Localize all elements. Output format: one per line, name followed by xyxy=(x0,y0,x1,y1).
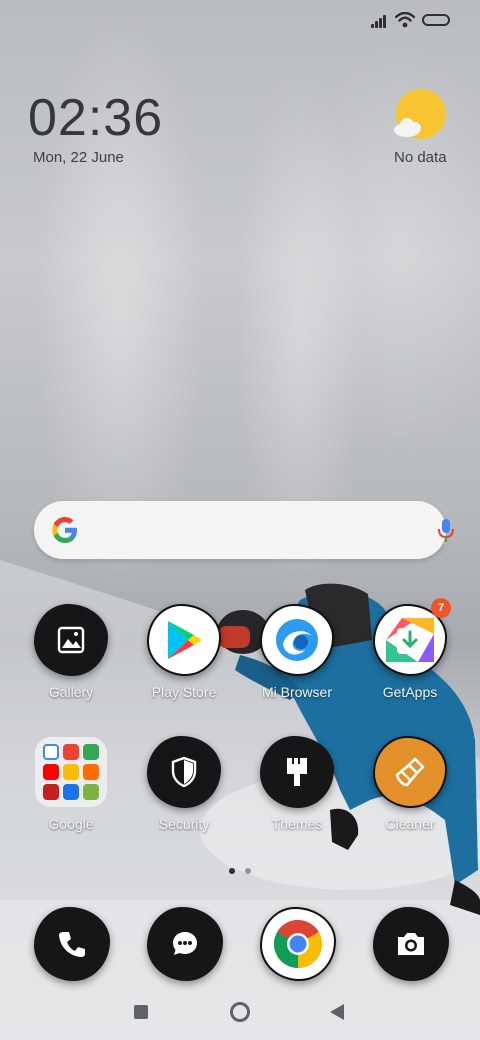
app-getapps[interactable]: 7 GetApps xyxy=(355,598,465,724)
app-label: Mi Browser xyxy=(261,684,332,700)
app-browser[interactable]: Mi Browser xyxy=(242,604,352,724)
home-button[interactable] xyxy=(230,1002,250,1022)
weather-status[interactable]: No data xyxy=(394,149,447,166)
app-cleaner[interactable]: Cleaner xyxy=(355,736,465,856)
app-label: Security xyxy=(158,816,210,832)
app-label: Play Store xyxy=(151,684,217,700)
clock-time[interactable]: 02:36 xyxy=(28,88,163,148)
battery-icon xyxy=(422,14,450,26)
messages-icon xyxy=(147,907,223,981)
app-label: Themes xyxy=(271,816,323,832)
broom-icon xyxy=(373,736,447,808)
gallery-icon xyxy=(34,604,108,676)
app-label: Gallery xyxy=(48,684,94,700)
page-dot[interactable] xyxy=(245,868,251,874)
app-themes[interactable]: Themes xyxy=(242,736,352,856)
app-folder-google[interactable]: Google xyxy=(16,736,126,856)
notification-badge: 7 xyxy=(431,598,451,618)
camera-icon xyxy=(373,907,449,981)
shield-icon xyxy=(147,736,221,808)
dock-phone[interactable] xyxy=(34,907,110,981)
dock-camera[interactable] xyxy=(373,907,449,981)
app-label: Cleaner xyxy=(385,816,435,832)
recent-apps-button[interactable] xyxy=(134,1005,148,1019)
play-store-icon xyxy=(147,604,221,676)
app-label: GetApps xyxy=(382,684,438,700)
phone-icon xyxy=(34,907,110,981)
browser-icon xyxy=(260,604,334,676)
mic-icon[interactable] xyxy=(436,518,456,544)
signal-icon xyxy=(371,14,389,28)
page-dot-active[interactable] xyxy=(229,868,235,874)
dock-chrome[interactable] xyxy=(260,907,336,981)
chrome-icon xyxy=(260,907,336,981)
app-label: Google xyxy=(48,816,94,832)
app-gallery[interactable]: Gallery xyxy=(16,604,126,724)
google-g-icon xyxy=(52,517,77,543)
google-search-bar[interactable] xyxy=(34,501,454,559)
wifi-icon xyxy=(395,12,415,28)
back-button[interactable] xyxy=(330,1004,344,1020)
navigation-bar xyxy=(0,996,480,1040)
clock-date[interactable]: Mon, 22 June xyxy=(33,149,124,166)
dock-messages[interactable] xyxy=(147,907,223,981)
status-bar xyxy=(0,0,480,40)
google-folder-icon xyxy=(35,737,107,807)
sun-cloud-icon[interactable] xyxy=(393,89,449,141)
brush-icon xyxy=(260,736,334,808)
app-security[interactable]: Security xyxy=(129,736,239,856)
app-play-store[interactable]: Play Store xyxy=(129,604,239,724)
